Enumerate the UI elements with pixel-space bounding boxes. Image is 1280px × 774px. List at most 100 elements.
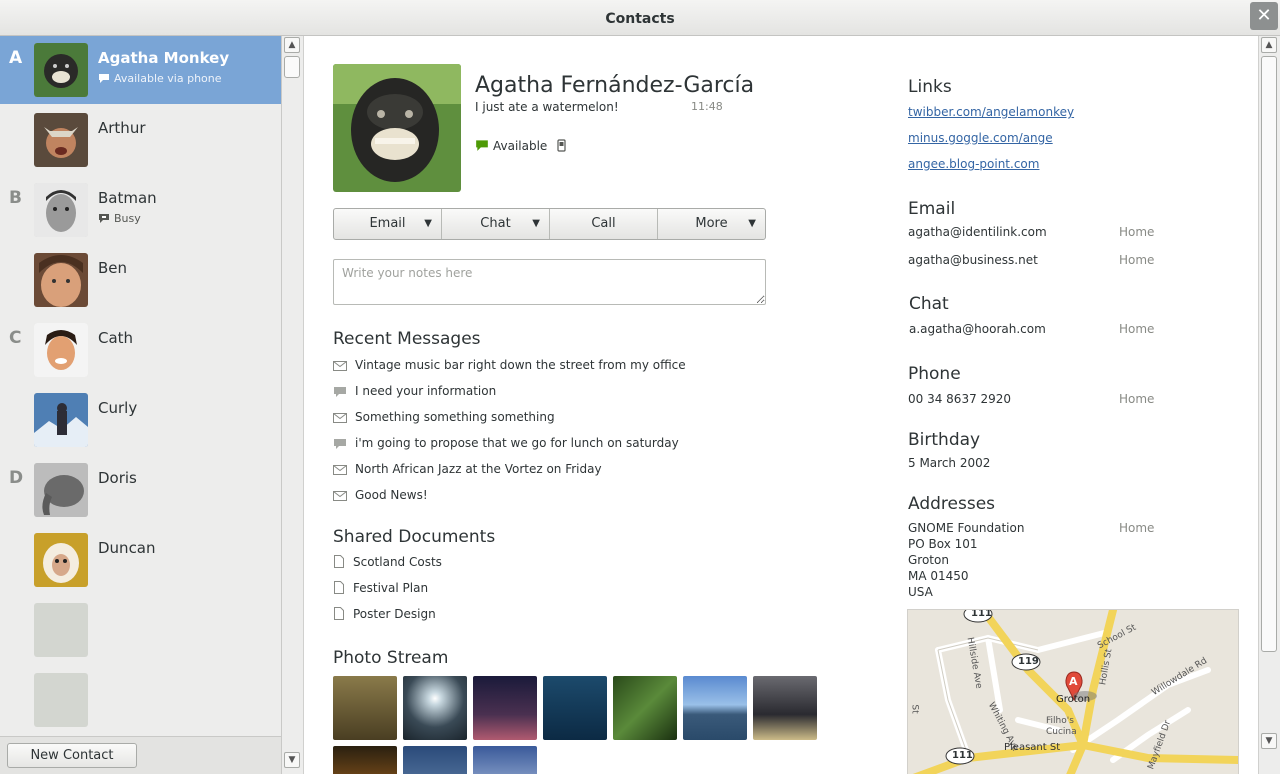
address-map[interactable]: 111 119 111 A School St Hillside Ave Hol… (907, 609, 1239, 774)
scrollbar-thumb[interactable] (284, 56, 300, 78)
phone-value[interactable]: 00 34 8637 2920 (908, 392, 1011, 406)
scroll-up-arrow-icon[interactable]: ▲ (1261, 37, 1277, 53)
section-letter: B (9, 188, 22, 208)
document-item[interactable]: Poster Design (333, 607, 436, 621)
photo-thumbnail[interactable] (333, 746, 397, 774)
photo-thumbnail[interactable] (683, 676, 747, 740)
photo-thumbnail[interactable] (753, 676, 817, 740)
document-item[interactable]: Scotland Costs (333, 555, 442, 569)
photo-thumbnail[interactable] (473, 676, 537, 740)
details-scrollbar[interactable]: ▲ ▼ (1258, 36, 1280, 774)
message-item[interactable]: Good News! (333, 488, 428, 502)
avatar (34, 253, 88, 307)
message-item[interactable]: I need your information (333, 384, 496, 398)
contact-item-arthur[interactable]: Arthur (0, 106, 281, 174)
route-shield-label: 111 (971, 609, 992, 619)
contact-item-curly[interactable]: Curly (0, 386, 281, 454)
close-icon: ✕ (1256, 5, 1272, 26)
document-icon (334, 581, 344, 594)
email-button-label: Email (369, 216, 406, 231)
shared-documents-title: Shared Documents (333, 527, 496, 547)
status-time: 11:48 (691, 100, 723, 113)
map-label: Groton (1056, 694, 1091, 705)
contact-status: Available via phone (98, 72, 222, 85)
avatar (34, 43, 88, 97)
chevron-down-icon: ▼ (748, 218, 756, 229)
photo-thumbnail[interactable] (613, 676, 677, 740)
section-letter: A (9, 48, 23, 68)
contact-item-batman[interactable]: B Batman Busy (0, 176, 281, 244)
avatar (34, 533, 88, 587)
email-title: Email (908, 199, 956, 219)
email-value[interactable]: agatha@identilink.com (908, 225, 1047, 239)
phone-available-icon (99, 74, 109, 83)
chat-button[interactable]: Chat ▼ (442, 209, 550, 239)
call-button[interactable]: Call (550, 209, 658, 239)
contact-name: Ben (98, 259, 128, 277)
section-letter: D (9, 468, 24, 488)
avatar (34, 393, 88, 447)
map-marker-label: A (1069, 675, 1078, 688)
link-item[interactable]: angee.blog-point.com (908, 157, 1039, 171)
scroll-down-arrow-icon[interactable]: ▼ (284, 752, 300, 768)
message-item[interactable]: Something something something (333, 410, 555, 424)
contact-item-agatha-monkey[interactable]: A Agatha Monkey Available via phone (0, 36, 281, 104)
link-item[interactable]: twibber.com/angelamonkey (908, 105, 1074, 119)
title-bar: Contacts ✕ (0, 0, 1280, 36)
scroll-down-arrow-icon[interactable]: ▼ (1261, 733, 1277, 749)
message-item[interactable]: North African Jazz at the Vortez on Frid… (333, 462, 602, 476)
close-button[interactable]: ✕ (1250, 2, 1278, 30)
message-item[interactable]: Vintage music bar right down the street … (333, 358, 686, 372)
contact-name: Batman (98, 189, 157, 207)
email-value[interactable]: agatha@business.net (908, 253, 1038, 267)
photo-thumbnail[interactable] (473, 746, 537, 774)
birthday-title: Birthday (908, 430, 981, 450)
contact-item-ben[interactable]: Ben (0, 246, 281, 314)
available-icon (476, 140, 488, 151)
map-label: Filho's Cucina (1046, 716, 1077, 737)
photo-stream-title: Photo Stream (333, 648, 449, 668)
photo-thumbnail[interactable] (403, 746, 467, 774)
address-line: Groton (908, 553, 949, 567)
map-label: St (909, 704, 920, 714)
photo-thumbnail[interactable] (543, 676, 607, 740)
link-item[interactable]: minus.goggle.com/ange (908, 131, 1053, 145)
address-type: Home (1119, 521, 1155, 535)
contact-name: Duncan (98, 539, 156, 557)
document-item[interactable]: Festival Plan (333, 581, 428, 595)
new-contact-button[interactable]: New Contact (7, 743, 137, 768)
address-line: GNOME Foundation (908, 521, 1025, 535)
document-icon (334, 607, 344, 620)
email-button[interactable]: Email ▼ (334, 209, 442, 239)
message-item[interactable]: i'm going to propose that we go for lunc… (333, 436, 679, 450)
contact-item-placeholder[interactable] (0, 666, 281, 734)
scrollbar-thumb[interactable] (1261, 56, 1277, 652)
photo-thumbnail[interactable] (403, 676, 467, 740)
message-text: North African Jazz at the Vortez on Frid… (355, 462, 602, 476)
route-shield-label: 111 (952, 750, 973, 761)
contacts-sidebar: A Agatha Monkey Available via phone Arth… (0, 36, 282, 774)
notes-field[interactable] (333, 259, 766, 305)
contact-item-doris[interactable]: D Doris (0, 456, 281, 524)
contact-status: Busy (98, 212, 141, 225)
avatar (34, 113, 88, 167)
contact-item-placeholder[interactable] (0, 596, 281, 664)
photo-thumbnail[interactable] (333, 676, 397, 740)
email-icon (333, 413, 347, 423)
scroll-up-arrow-icon[interactable]: ▲ (284, 37, 300, 53)
window-title: Contacts (605, 11, 675, 27)
addresses-title: Addresses (908, 494, 996, 514)
chat-value[interactable]: a.agatha@hoorah.com (909, 322, 1046, 336)
links-title: Links (908, 77, 952, 97)
more-button[interactable]: More ▼ (658, 209, 765, 239)
contact-name: Curly (98, 399, 138, 417)
contact-status-text: Available via phone (114, 72, 222, 85)
email-type: Home (1119, 253, 1155, 267)
message-text: Good News! (355, 488, 428, 502)
mobile-phone-icon (557, 139, 566, 156)
sidebar-scrollbar[interactable]: ▲ ▼ (282, 36, 304, 774)
email-icon (333, 361, 347, 371)
contact-item-cath[interactable]: C Cath (0, 316, 281, 384)
contact-item-duncan[interactable]: Duncan (0, 526, 281, 594)
more-button-label: More (695, 216, 728, 231)
